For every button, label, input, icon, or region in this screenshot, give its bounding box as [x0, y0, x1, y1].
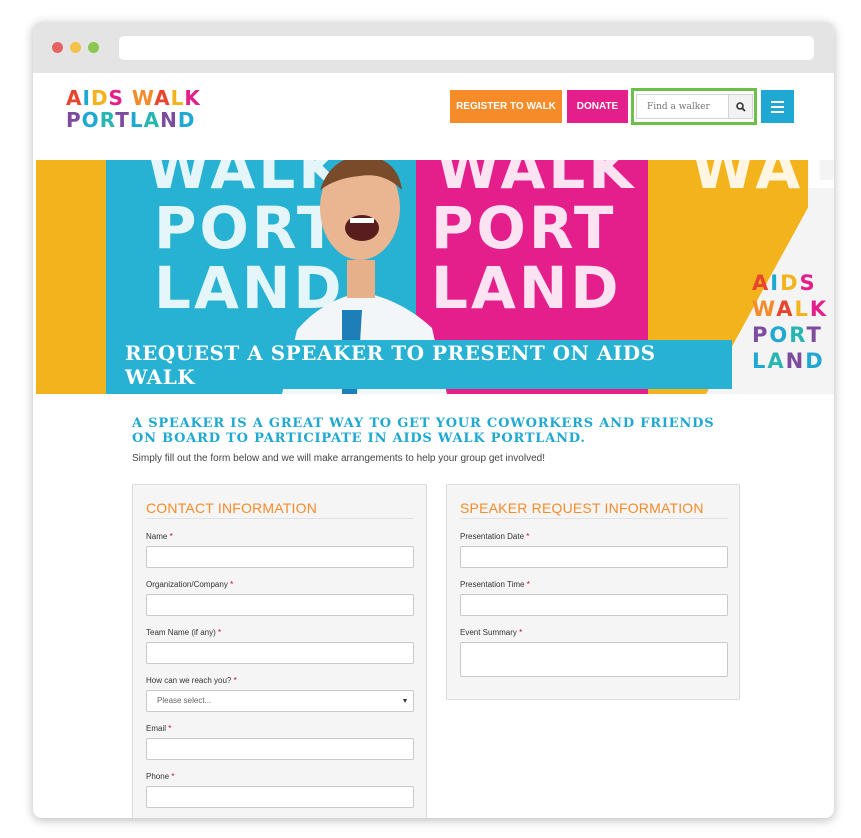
hero-panel-yellow-left: [36, 160, 106, 394]
register-to-walk-button[interactable]: REGISTER TO WALK: [450, 90, 562, 123]
logo-line-2: PORTLAND: [66, 108, 196, 132]
page-title-banner: REQUEST A SPEAKER TO PRESENT ON AIDS WAL…: [125, 340, 732, 389]
hero-logo-land: LAND: [752, 349, 825, 373]
team-name-field[interactable]: [146, 642, 414, 664]
phone-field[interactable]: [146, 786, 414, 808]
search-button[interactable]: [728, 94, 753, 119]
logo-line-1: AIDS WALK: [66, 86, 201, 110]
reach-select-value: Please select...: [157, 696, 212, 705]
name-label: Name *: [146, 532, 173, 541]
intro-subtext: Simply fill out the form below and we wi…: [132, 453, 545, 464]
hero-word-land: LAND: [431, 254, 622, 322]
find-walker-input[interactable]: [636, 94, 728, 119]
menu-icon-bar: [771, 110, 784, 113]
donate-button[interactable]: DONATE: [567, 90, 628, 123]
hero-logo-aids: AIDS: [752, 271, 817, 295]
browser-toolbar: [33, 22, 834, 73]
event-summary-textarea[interactable]: [460, 642, 728, 677]
section-divider: [460, 518, 728, 519]
search-icon: [735, 101, 746, 112]
hero-word-port: PORT: [431, 194, 617, 262]
presentation-date-label: Presentation Date *: [460, 532, 530, 541]
reach-method-select[interactable]: Please select...: [146, 690, 414, 712]
organization-label: Organization/Company *: [146, 580, 234, 589]
hero-word-walk: WALK: [436, 160, 637, 202]
event-summary-label: Event Summary *: [460, 628, 523, 637]
organization-field[interactable]: [146, 594, 414, 616]
email-field[interactable]: [146, 738, 414, 760]
presentation-time-label: Presentation Time *: [460, 580, 530, 589]
speaker-request-card: SPEAKER REQUEST INFORMATION Presentation…: [446, 484, 740, 700]
dropdown-arrow-icon: [403, 699, 407, 703]
email-label: Email *: [146, 724, 172, 733]
site-logo[interactable]: AIDS WALK PORTLAND: [66, 87, 200, 133]
reach-label: How can we reach you? *: [146, 676, 237, 685]
presentation-time-field[interactable]: [460, 594, 728, 616]
minimize-window-dot[interactable]: [70, 42, 81, 53]
web-page: AIDS WALK PORTLAND REGISTER TO WALK DONA…: [33, 73, 834, 818]
close-window-dot[interactable]: [52, 42, 63, 53]
maximize-window-dot[interactable]: [88, 42, 99, 53]
team-name-label: Team Name (if any) *: [146, 628, 222, 637]
hero-logo-port: PORT: [752, 323, 823, 347]
hero-banner: WALK PORT LAND WALK PORT LAND WALK AIDS …: [36, 160, 834, 394]
intro-headline: A SPEAKER IS A GREAT WAY TO GET YOUR COW…: [132, 416, 715, 446]
contact-information-card: CONTACT INFORMATION Name * Organization/…: [132, 484, 427, 818]
section-divider: [146, 518, 414, 519]
hero-logo: AIDS WALK PORT LAND: [752, 270, 828, 374]
hero-logo-walk: WALK: [752, 297, 829, 321]
phone-label: Phone *: [146, 772, 175, 781]
contact-section-title: CONTACT INFORMATION: [146, 500, 318, 516]
menu-icon-bar: [771, 100, 784, 103]
walker-search: [631, 88, 757, 125]
menu-icon-bar: [771, 105, 784, 108]
hamburger-menu-button[interactable]: [761, 90, 794, 123]
presentation-date-field[interactable]: [460, 546, 728, 568]
address-bar[interactable]: [119, 36, 814, 60]
speaker-section-title: SPEAKER REQUEST INFORMATION: [460, 500, 704, 516]
name-field[interactable]: [146, 546, 414, 568]
browser-window: AIDS WALK PORTLAND REGISTER TO WALK DONA…: [33, 22, 834, 818]
hero-word-walk: WALK: [691, 160, 834, 202]
